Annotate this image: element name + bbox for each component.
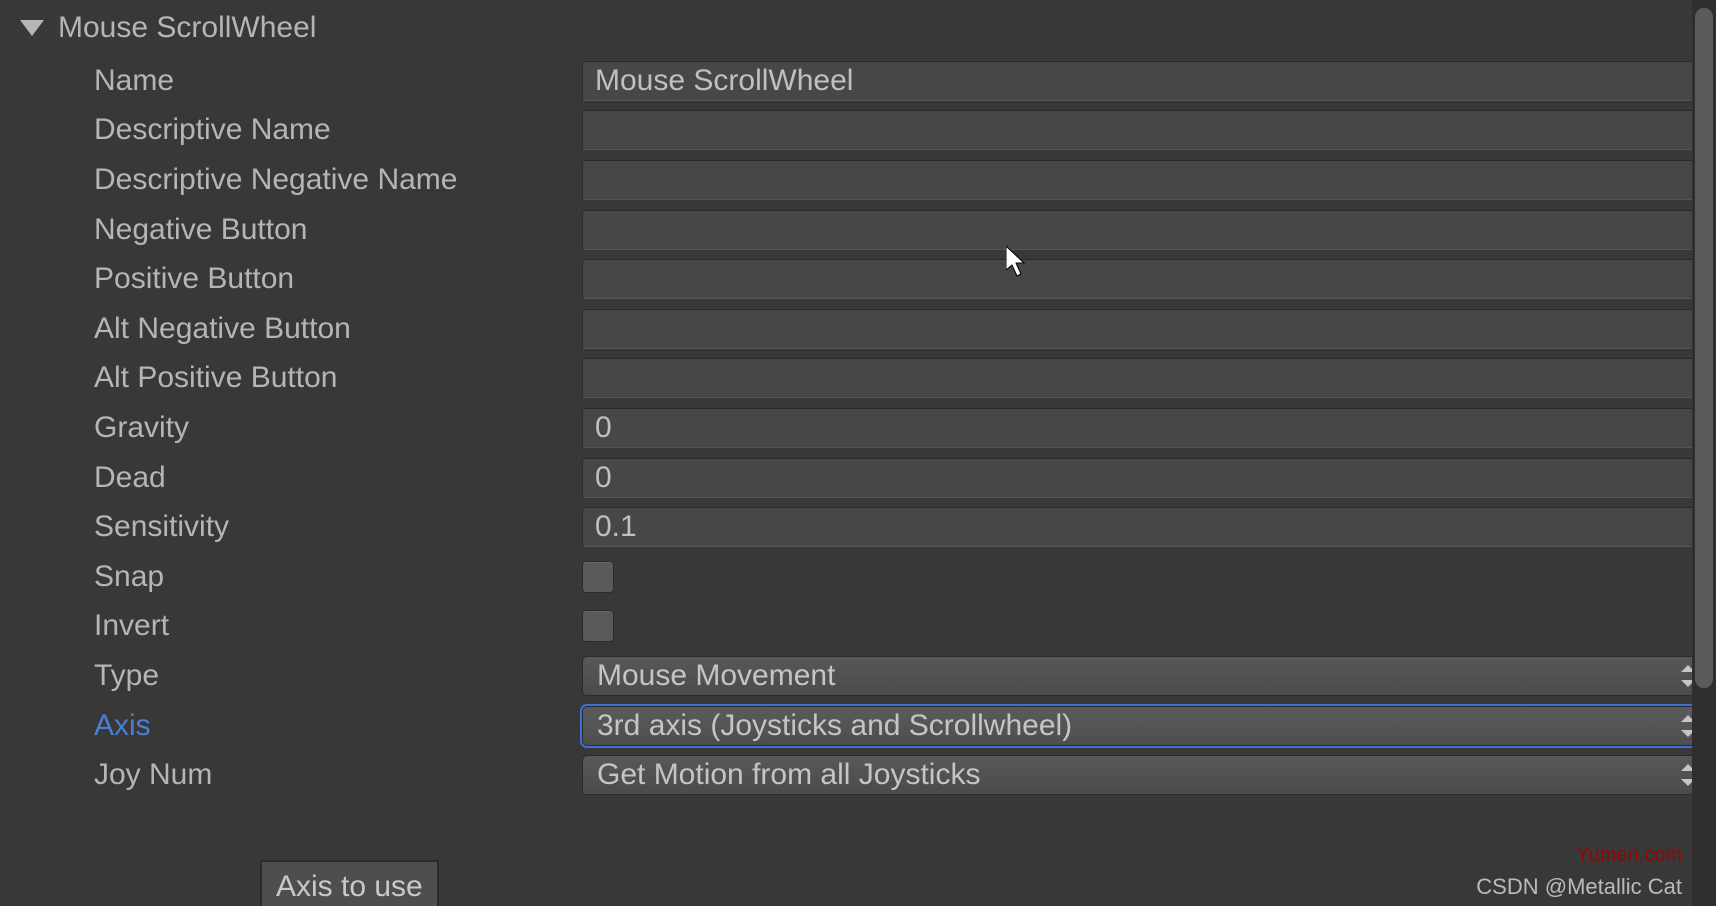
row-descriptive-negative-name: Descriptive Negative Name	[94, 155, 1706, 205]
dropdown-joy-num[interactable]: Get Motion from all Joysticks	[582, 755, 1706, 795]
input-gravity[interactable]	[582, 408, 1706, 448]
label-alt-positive-button: Alt Positive Button	[94, 361, 574, 395]
scrollbar-thumb[interactable]	[1695, 8, 1713, 688]
row-joy-num: Joy Num Get Motion from all Joysticks	[94, 750, 1706, 800]
row-sensitivity: Sensitivity	[94, 502, 1706, 552]
watermark-bottom: CSDN @Metallic Cat	[1476, 874, 1682, 900]
watermark-top: Yumen.com	[1576, 844, 1682, 867]
row-invert: Invert	[94, 602, 1706, 652]
row-gravity: Gravity	[94, 403, 1706, 453]
dropdown-axis-value: 3rd axis (Joysticks and Scrollwheel)	[597, 709, 1072, 743]
scrollbar-track[interactable]	[1692, 0, 1716, 906]
row-type: Type Mouse Movement	[94, 651, 1706, 701]
dropdown-axis[interactable]: 3rd axis (Joysticks and Scrollwheel)	[582, 706, 1706, 746]
label-alt-negative-button: Alt Negative Button	[94, 312, 574, 346]
dropdown-joy-num-value: Get Motion from all Joysticks	[597, 758, 980, 792]
input-positive-button[interactable]	[582, 259, 1706, 299]
label-positive-button: Positive Button	[94, 262, 574, 296]
input-sensitivity[interactable]	[582, 507, 1706, 547]
inspector-panel: Mouse ScrollWheel Name Descriptive Name …	[0, 0, 1716, 800]
foldout-triangle-icon[interactable]	[20, 20, 44, 36]
tooltip-text: Axis to use	[276, 870, 423, 903]
input-negative-button[interactable]	[582, 210, 1706, 250]
tooltip: Axis to use	[260, 860, 439, 906]
input-name[interactable]	[582, 61, 1706, 101]
dropdown-type-value: Mouse Movement	[597, 659, 835, 693]
row-alt-positive-button: Alt Positive Button	[94, 354, 1706, 404]
label-name: Name	[94, 64, 574, 98]
input-alt-negative-button[interactable]	[582, 309, 1706, 349]
row-name: Name	[94, 56, 1706, 106]
input-alt-positive-button[interactable]	[582, 358, 1706, 398]
input-descriptive-negative-name[interactable]	[582, 160, 1706, 200]
label-axis: Axis	[94, 709, 574, 743]
property-rows: Name Descriptive Name Descriptive Negati…	[10, 50, 1706, 800]
label-dead: Dead	[94, 461, 574, 495]
row-axis: Axis 3rd axis (Joysticks and Scrollwheel…	[94, 701, 1706, 751]
dropdown-type[interactable]: Mouse Movement	[582, 656, 1706, 696]
row-alt-negative-button: Alt Negative Button	[94, 304, 1706, 354]
label-type: Type	[94, 659, 574, 693]
checkbox-invert[interactable]	[582, 610, 614, 642]
row-snap: Snap	[94, 552, 1706, 602]
label-sensitivity: Sensitivity	[94, 510, 574, 544]
label-joy-num: Joy Num	[94, 758, 574, 792]
input-dead[interactable]	[582, 458, 1706, 498]
input-descriptive-name[interactable]	[582, 110, 1706, 150]
label-descriptive-name: Descriptive Name	[94, 113, 574, 147]
row-dead: Dead	[94, 453, 1706, 503]
label-gravity: Gravity	[94, 411, 574, 445]
section-title: Mouse ScrollWheel	[58, 11, 316, 45]
label-invert: Invert	[94, 609, 574, 643]
row-descriptive-name: Descriptive Name	[94, 106, 1706, 156]
row-positive-button: Positive Button	[94, 254, 1706, 304]
label-negative-button: Negative Button	[94, 213, 574, 247]
checkbox-snap[interactable]	[582, 561, 614, 593]
row-negative-button: Negative Button	[94, 205, 1706, 255]
label-descriptive-negative-name: Descriptive Negative Name	[94, 163, 574, 197]
label-snap: Snap	[94, 560, 574, 594]
section-header[interactable]: Mouse ScrollWheel	[10, 6, 1706, 50]
